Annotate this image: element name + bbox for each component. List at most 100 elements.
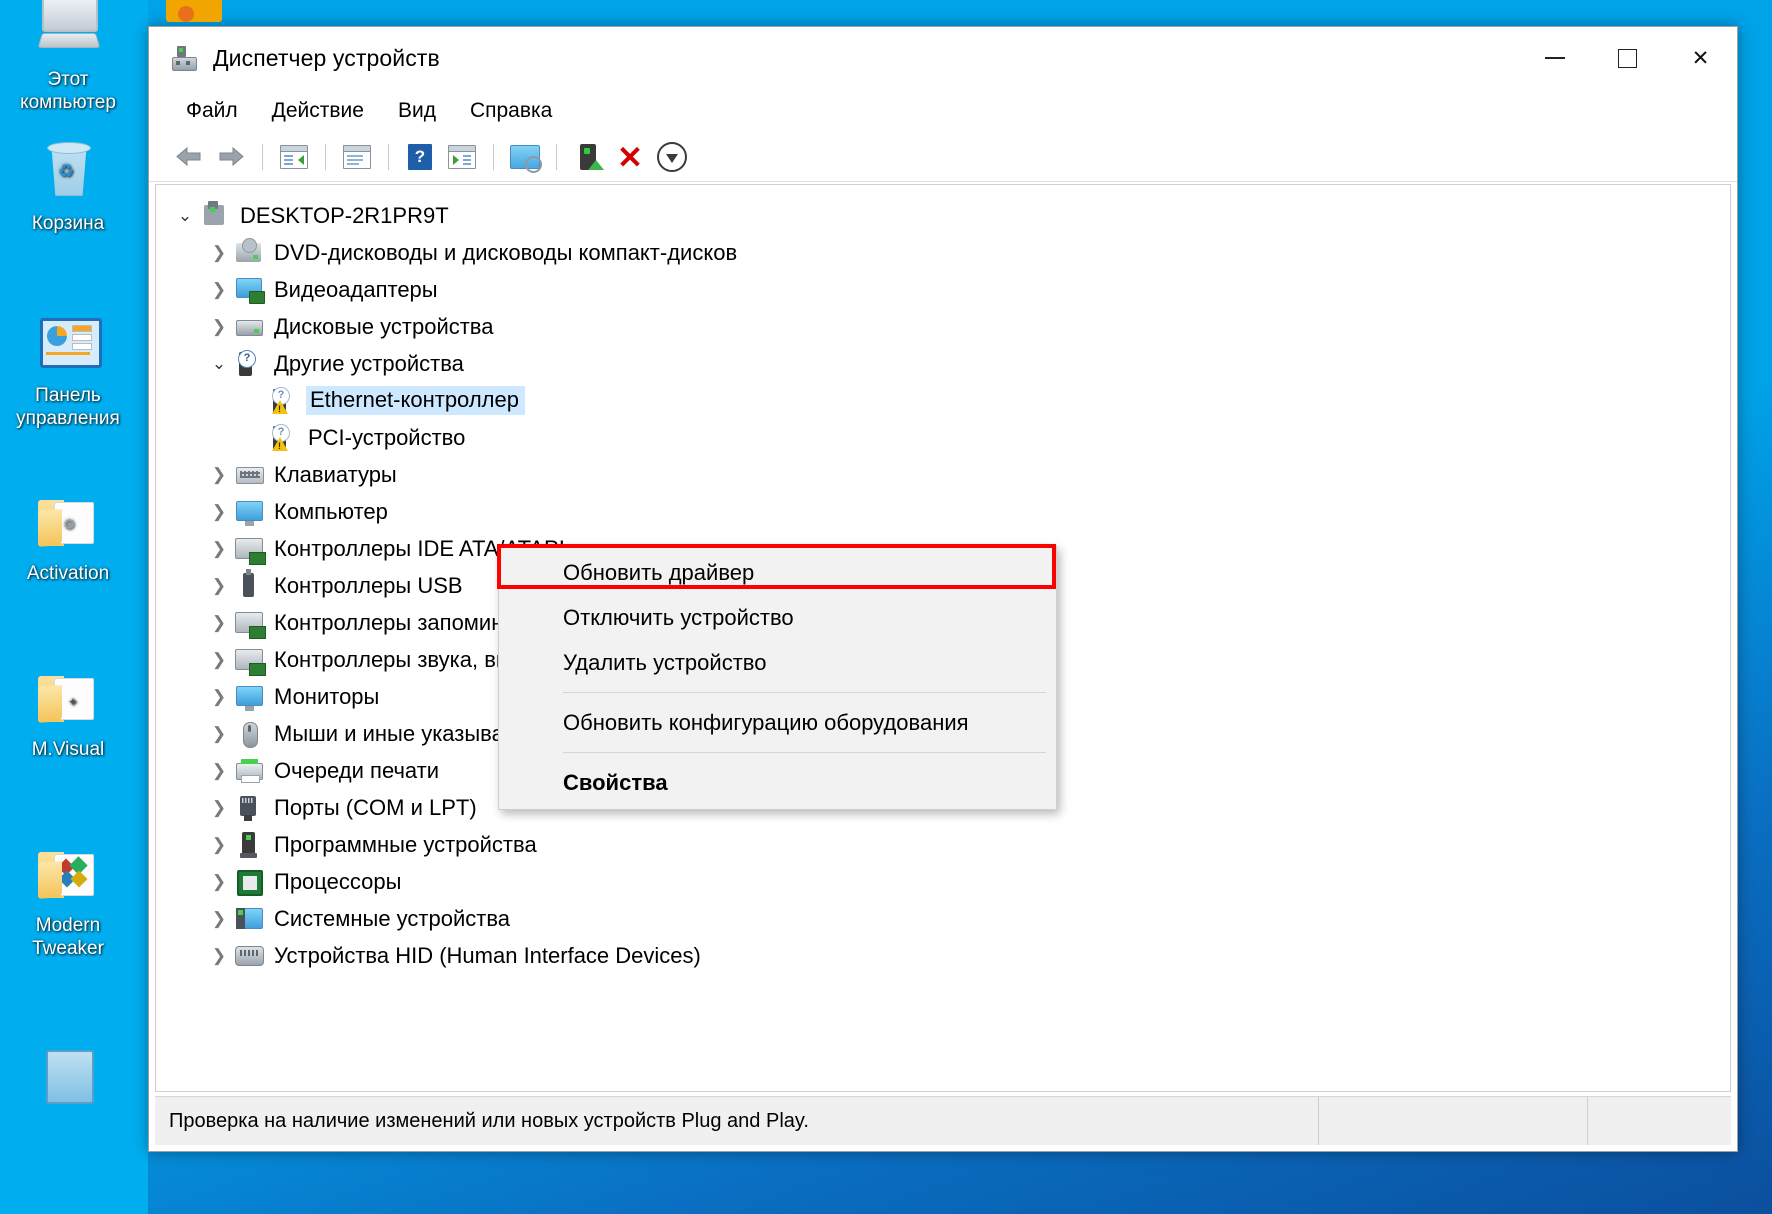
chevron-right-icon[interactable]: ❯ <box>204 502 234 522</box>
tree-node-label: Мониторы <box>274 683 380 709</box>
recycle-bin-icon: ♻ <box>32 138 104 208</box>
tree-node-computer[interactable]: ❯ Компьютер <box>170 493 1730 530</box>
menu-help[interactable]: Справка <box>457 95 565 127</box>
desktop-icon-label: M.Visual <box>31 739 105 760</box>
chevron-right-icon[interactable]: ❯ <box>204 835 234 855</box>
mouse-icon <box>234 720 264 748</box>
tree-node-hid-devices[interactable]: ❯ Устройства HID (Human Interface Device… <box>170 937 1730 974</box>
toolbar-separator <box>262 144 263 170</box>
toolbar-separator <box>325 144 326 170</box>
tree-node-video-adapters[interactable]: ❯ Видеоадаптеры <box>170 271 1730 308</box>
monitor-icon <box>234 498 264 526</box>
help-icon[interactable]: ? <box>400 138 440 176</box>
context-menu[interactable]: Обновить драйвер Отключить устройство Уд… <box>498 545 1057 810</box>
tree-node-ethernet-controller[interactable]: ? Ethernet-контроллер <box>170 382 1730 419</box>
show-hide-action-pane-icon[interactable] <box>442 138 482 176</box>
usb-icon <box>234 568 264 600</box>
tree-node-software-devices[interactable]: ❯ Программные устройства <box>170 826 1730 863</box>
desktop-icon-label: Панель <box>35 385 101 406</box>
chevron-right-icon[interactable]: ❯ <box>204 761 234 781</box>
download-icon[interactable] <box>652 138 692 176</box>
chevron-right-icon[interactable]: ❯ <box>204 724 234 744</box>
toolbar-separator <box>556 144 557 170</box>
chevron-right-icon[interactable]: ❯ <box>204 539 234 559</box>
cpu-icon <box>234 868 264 896</box>
update-driver-icon[interactable] <box>568 138 608 176</box>
window-titlebar[interactable]: Диспетчер устройств ✕ <box>149 27 1737 89</box>
chevron-right-icon[interactable]: ❯ <box>204 687 234 707</box>
tree-node-label: Видеоадаптеры <box>274 276 438 302</box>
toolbar: ? ✕ <box>149 133 1737 182</box>
uninstall-device-icon[interactable]: ✕ <box>610 138 650 176</box>
desktop-icon-control-panel[interactable]: Панель управления <box>2 310 134 430</box>
desktop-icon-recycle-bin[interactable]: ♻ Корзина <box>2 138 134 235</box>
desktop-icon-modern-tweaker[interactable]: Modern Tweaker <box>2 840 134 960</box>
context-menu-separator <box>563 692 1046 693</box>
tree-node-label: DVD-дисководы и дисководы компакт-дисков <box>274 239 738 265</box>
context-menu-item-scan-hardware-changes[interactable]: Обновить конфигурацию оборудования <box>499 700 1056 745</box>
computer-icon <box>200 200 230 230</box>
chevron-right-icon[interactable]: ❯ <box>204 576 234 596</box>
tree-node-pci-device[interactable]: ? PCI-устройство <box>170 419 1730 456</box>
menu-file[interactable]: Файл <box>173 95 251 127</box>
window-controls: ✕ <box>1518 27 1737 89</box>
chevron-right-icon[interactable]: ❯ <box>204 909 234 929</box>
chevron-right-icon[interactable]: ❯ <box>204 872 234 892</box>
control-panel-icon <box>32 310 104 380</box>
chevron-right-icon[interactable]: ❯ <box>204 465 234 485</box>
menu-view[interactable]: Вид <box>385 95 449 127</box>
scan-for-hardware-changes-icon[interactable] <box>505 138 545 176</box>
chevron-down-icon[interactable]: ⌄ <box>170 206 200 226</box>
tree-node-dvd[interactable]: ❯ DVD-дисководы и дисководы компакт-диск… <box>170 234 1730 271</box>
chevron-right-icon[interactable]: ❯ <box>204 613 234 633</box>
chevron-right-icon[interactable]: ❯ <box>204 946 234 966</box>
tree-node-keyboards[interactable]: ❯ Клавиатуры <box>170 456 1730 493</box>
chevron-down-icon[interactable]: ⌄ <box>204 354 234 374</box>
status-pane-3 <box>1588 1097 1731 1145</box>
chevron-right-icon[interactable]: ❯ <box>204 317 234 337</box>
sound-controller-icon <box>234 646 266 676</box>
tree-node-label: Клавиатуры <box>274 461 397 487</box>
back-arrow-icon[interactable] <box>169 138 209 176</box>
taskbar-app-sliver <box>166 0 222 22</box>
context-menu-item-update-driver[interactable]: Обновить драйвер <box>499 550 1056 595</box>
maximize-button[interactable] <box>1591 27 1664 89</box>
desktop-icon-label: Modern <box>35 915 101 936</box>
tree-node-label: Дисковые устройства <box>274 313 494 339</box>
properties-icon[interactable] <box>337 138 377 176</box>
tree-node-processors[interactable]: ❯ Процессоры <box>170 863 1730 900</box>
tree-node-system-devices[interactable]: ❯ Системные устройства <box>170 900 1730 937</box>
chevron-right-icon[interactable]: ❯ <box>204 280 234 300</box>
chevron-right-icon[interactable]: ❯ <box>204 798 234 818</box>
printer-icon <box>234 757 264 785</box>
desktop-icon-mvisual[interactable]: ✦ M.Visual <box>2 664 134 761</box>
document-icon <box>32 1030 104 1104</box>
tree-node-other-devices[interactable]: ⌄ ? Другие устройства <box>170 345 1730 382</box>
desktop-icon-label: Корзина <box>31 213 105 234</box>
context-menu-item-disable-device[interactable]: Отключить устройство <box>499 595 1056 640</box>
desktop-icon-activation[interactable]: ⚙ Activation <box>2 488 134 585</box>
context-menu-separator <box>563 752 1046 753</box>
hid-icon <box>234 942 264 970</box>
device-tree-panel[interactable]: ⌄ DESKTOP-2R1PR9T ❯ DVD-дисководы и диск… <box>155 184 1731 1092</box>
video-icon <box>234 276 265 304</box>
minimize-button[interactable] <box>1518 27 1591 89</box>
forward-arrow-icon[interactable] <box>211 138 251 176</box>
tree-node-disk-devices[interactable]: ❯ Дисковые устройства <box>170 308 1730 345</box>
device-manager-icon <box>171 45 197 71</box>
menu-action[interactable]: Действие <box>259 95 377 127</box>
close-button[interactable]: ✕ <box>1664 27 1737 89</box>
desktop-icon-label-2: управления <box>16 408 120 429</box>
folder-icon: ✦ <box>32 664 104 734</box>
show-hide-console-tree-icon[interactable] <box>274 138 314 176</box>
tree-root-node[interactable]: ⌄ DESKTOP-2R1PR9T <box>170 197 1730 234</box>
desktop-icon-list: Этот компьютер ♻ Корзина Панель управлен… <box>0 0 148 1214</box>
context-menu-item-properties[interactable]: Свойства <box>499 760 1056 805</box>
chevron-right-icon[interactable]: ❯ <box>204 650 234 670</box>
desktop-icon-partial[interactable] <box>2 1030 134 1104</box>
tree-node-label: Программные устройства <box>274 831 537 857</box>
desktop-icon-this-pc[interactable]: Этот компьютер <box>2 0 134 114</box>
chevron-right-icon[interactable]: ❯ <box>204 243 234 263</box>
port-icon <box>234 794 264 822</box>
context-menu-item-uninstall-device[interactable]: Удалить устройство <box>499 640 1056 685</box>
